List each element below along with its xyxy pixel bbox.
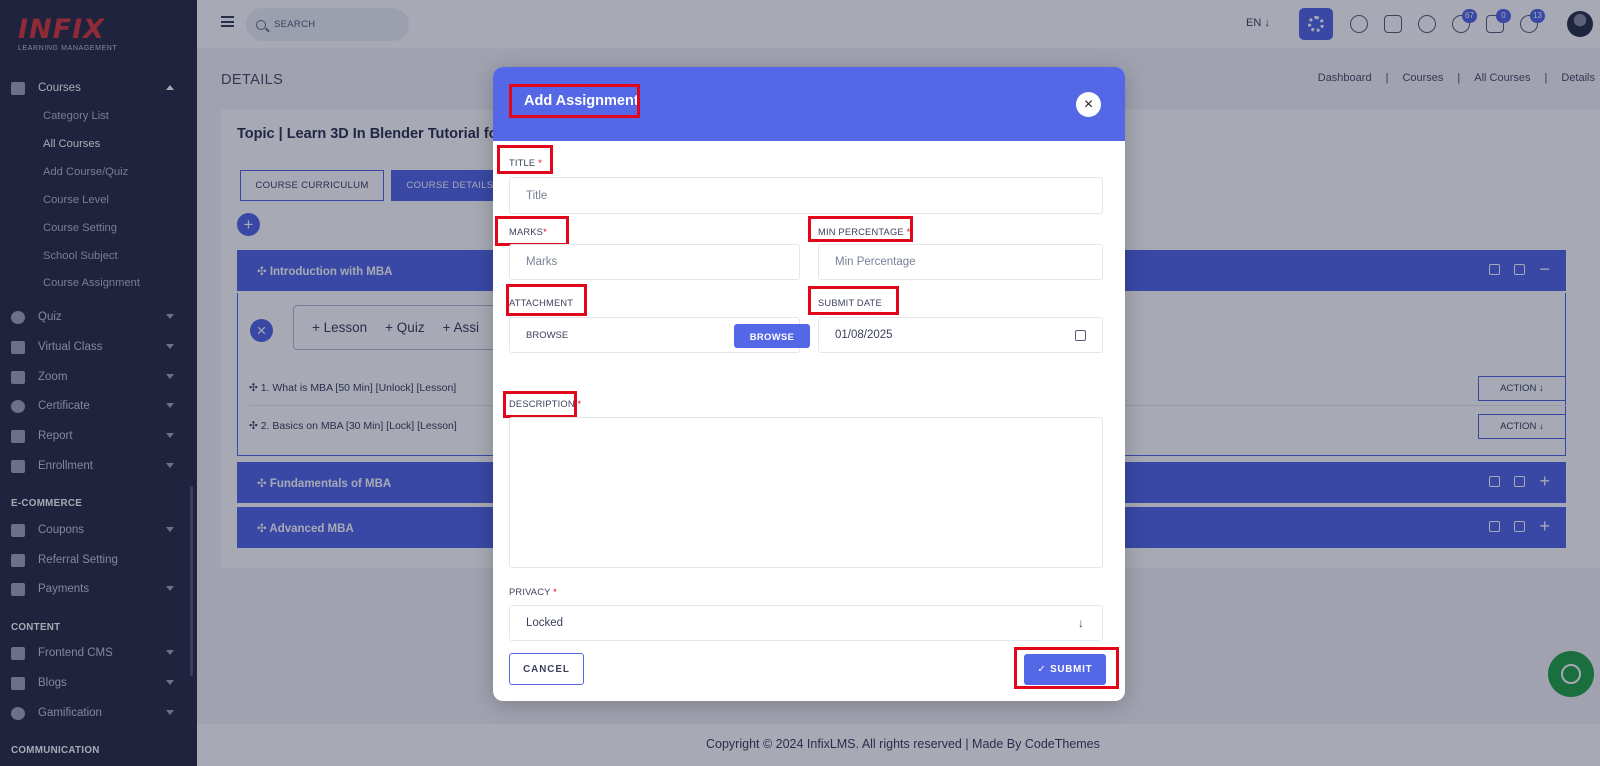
calendar-icon[interactable] xyxy=(1075,330,1086,341)
highlight-box xyxy=(503,391,577,418)
highlight-box xyxy=(497,145,553,174)
browse-button[interactable]: BROWSE xyxy=(734,324,810,348)
min-percentage-input[interactable]: Min Percentage xyxy=(818,244,1103,280)
highlight-box xyxy=(506,284,587,316)
privacy-label: PRIVACY * xyxy=(509,587,557,597)
title-input[interactable]: Title xyxy=(509,177,1103,214)
cancel-button[interactable]: CANCEL xyxy=(509,653,584,685)
submit-date-input[interactable]: 01/08/2025 xyxy=(818,317,1103,353)
highlight-box xyxy=(808,216,913,242)
highlight-box xyxy=(495,216,569,246)
privacy-select[interactable]: Locked ↓ xyxy=(509,605,1103,641)
chevron-down-icon: ↓ xyxy=(1078,616,1084,630)
highlight-box xyxy=(1014,647,1119,689)
marks-input[interactable]: Marks xyxy=(509,244,800,280)
close-button[interactable]: × xyxy=(1076,92,1101,117)
highlight-box xyxy=(509,84,640,118)
description-textarea[interactable] xyxy=(509,417,1103,568)
highlight-box xyxy=(808,286,899,315)
add-assignment-modal: Add Assignment × TITLE * Title MARKS* Ma… xyxy=(493,67,1125,701)
attachment-input[interactable]: BROWSE BROWSE xyxy=(509,317,810,353)
